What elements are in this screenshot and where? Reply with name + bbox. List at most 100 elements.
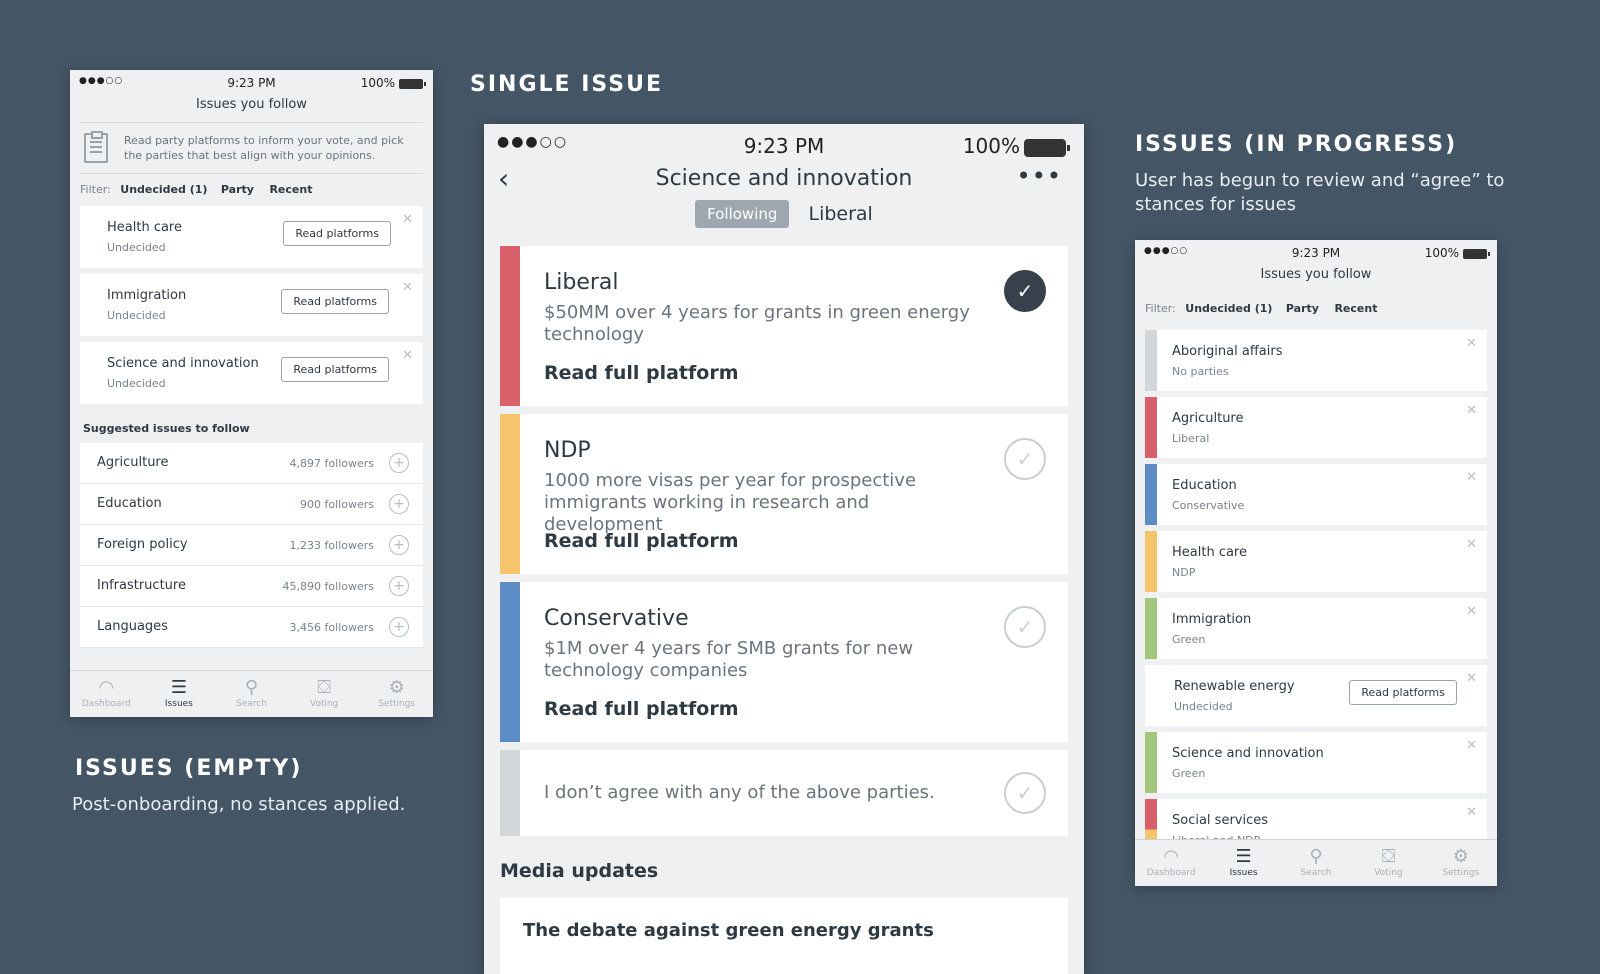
list-item[interactable]: Infrastructure 45,890 followers + xyxy=(80,566,423,607)
issue-card[interactable]: Aboriginal affairs No parties ✕ xyxy=(1145,330,1487,391)
status-battery: 100% xyxy=(962,134,1070,158)
filter-undecided[interactable]: Undecided (1) xyxy=(1185,302,1272,315)
tab-issues[interactable]: ☰ Issues xyxy=(1207,840,1279,886)
dashboard-icon: ◠ xyxy=(98,677,115,698)
tab-label: Settings xyxy=(1442,868,1480,878)
plus-icon[interactable]: + xyxy=(389,494,409,514)
battery-percent: 100% xyxy=(962,134,1020,158)
filter-recent[interactable]: Recent xyxy=(1334,302,1377,315)
issue-status: Undecided xyxy=(107,309,166,322)
read-full-platform-link[interactable]: Read full platform xyxy=(544,530,739,552)
filter-party[interactable]: Party xyxy=(1286,302,1319,315)
issue-card[interactable]: Agriculture Liberal ✕ xyxy=(1145,397,1487,458)
close-icon[interactable]: ✕ xyxy=(1466,738,1477,753)
list-item[interactable]: Languages 3,456 followers + xyxy=(80,607,423,648)
issue-card[interactable]: Renewable energy Undecided Read platform… xyxy=(1145,665,1487,726)
check-icon[interactable]: ✓ xyxy=(1004,270,1046,312)
page-title: Science and innovation xyxy=(655,166,913,191)
close-icon[interactable]: ✕ xyxy=(1466,403,1477,418)
read-platforms-button[interactable]: Read platforms xyxy=(283,221,391,246)
following-badge[interactable]: Following xyxy=(695,200,790,228)
plus-icon[interactable]: + xyxy=(389,453,409,473)
close-icon[interactable]: ✕ xyxy=(1466,604,1477,619)
platform-card[interactable]: Conservative $1M over 4 years for SMB gr… xyxy=(500,582,1068,742)
issue-card[interactable]: Health care Undecided Read platforms ✕ xyxy=(80,206,423,268)
tab-voting[interactable]: ⛋ Voting xyxy=(288,671,361,717)
close-icon[interactable]: ✕ xyxy=(1466,805,1477,820)
issue-card[interactable]: Health care NDP ✕ xyxy=(1145,531,1487,592)
search-icon: ⚲ xyxy=(244,677,259,698)
issue-card[interactable]: Immigration Undecided Read platforms ✕ xyxy=(80,274,423,336)
issue-status: No parties xyxy=(1172,365,1229,378)
issue-status: Undecided xyxy=(107,377,166,390)
battery-percent: 100% xyxy=(1424,246,1459,260)
follower-count: 900 followers xyxy=(300,498,374,511)
check-icon[interactable]: ✓ xyxy=(1004,772,1046,814)
read-full-platform-link[interactable]: Read full platform xyxy=(544,362,739,384)
issue-card[interactable]: Immigration Green ✕ xyxy=(1145,598,1487,659)
issue-name: Immigration xyxy=(107,288,187,303)
close-icon[interactable]: ✕ xyxy=(402,348,413,363)
filter-party[interactable]: Party xyxy=(221,183,254,196)
suggested-name: Education xyxy=(97,496,162,511)
check-icon[interactable]: ✓ xyxy=(1004,606,1046,648)
caption-progress-sub-2: stances for issues xyxy=(1135,194,1297,215)
platform-card[interactable]: Liberal $50MM over 4 years for grants in… xyxy=(500,246,1068,406)
tab-search[interactable]: ⚲ Search xyxy=(1280,840,1352,886)
caption-progress-title: ISSUES (IN PROGRESS) xyxy=(1135,132,1458,157)
close-icon[interactable]: ✕ xyxy=(1466,671,1477,686)
plus-icon[interactable]: + xyxy=(389,617,409,637)
battery-percent: 100% xyxy=(360,76,395,90)
phone-issues-empty: ●●●○○ 9:23 PM 100% Issues you follow Rea… xyxy=(70,70,433,717)
tab-issues[interactable]: ☰ Issues xyxy=(143,671,216,717)
list-item[interactable]: Education 900 followers + xyxy=(80,484,423,525)
list-item[interactable]: Agriculture 4,897 followers + xyxy=(80,443,423,484)
platform-card[interactable]: NDP 1000 more visas per year for prospec… xyxy=(500,414,1068,574)
follow-row: Following Liberal xyxy=(484,200,1084,242)
tab-search[interactable]: ⚲ Search xyxy=(215,671,288,717)
more-icon[interactable]: ••• xyxy=(1017,162,1062,190)
close-icon[interactable]: ✕ xyxy=(1466,537,1477,552)
list-icon: ☰ xyxy=(170,677,187,698)
platform-summary: 1000 more visas per year for prospective… xyxy=(544,470,917,535)
read-platforms-button[interactable]: Read platforms xyxy=(281,289,389,314)
suggested-name: Languages xyxy=(97,619,168,634)
issue-name: Renewable energy xyxy=(1174,679,1295,694)
read-platforms-button[interactable]: Read platforms xyxy=(1349,680,1457,705)
read-platforms-button[interactable]: Read platforms xyxy=(281,357,389,382)
tab-voting[interactable]: ⛋ Voting xyxy=(1352,840,1424,886)
plus-icon[interactable]: + xyxy=(389,535,409,555)
party-color-bar xyxy=(1145,397,1157,458)
page-title: Issues you follow xyxy=(1260,267,1372,282)
tab-settings[interactable]: ⚙ Settings xyxy=(1425,840,1497,886)
tab-dashboard[interactable]: ◠ Dashboard xyxy=(1135,840,1207,886)
filter-undecided[interactable]: Undecided (1) xyxy=(120,183,207,196)
check-icon[interactable]: ✓ xyxy=(1004,438,1046,480)
follower-count: 4,897 followers xyxy=(289,457,374,470)
filter-recent[interactable]: Recent xyxy=(269,183,312,196)
issue-card[interactable]: Science and innovation Green ✕ xyxy=(1145,732,1487,793)
close-icon[interactable]: ✕ xyxy=(402,280,413,295)
none-option-card[interactable]: I don’t agree with any of the above part… xyxy=(500,750,1068,836)
tab-label: Dashboard xyxy=(81,699,131,709)
list-icon: ☰ xyxy=(1235,846,1252,867)
caption-progress-sub-1: User has begun to review and “agree” to xyxy=(1135,170,1505,191)
close-icon[interactable]: ✕ xyxy=(402,212,413,227)
list-item[interactable]: Foreign policy 1,233 followers + xyxy=(80,525,423,566)
close-icon[interactable]: ✕ xyxy=(1466,470,1477,485)
issue-card[interactable]: Science and innovation Undecided Read pl… xyxy=(80,342,423,404)
tab-settings[interactable]: ⚙ Settings xyxy=(360,671,433,717)
plus-icon[interactable]: + xyxy=(389,576,409,596)
issue-name: Agriculture xyxy=(1172,411,1244,426)
tab-dashboard[interactable]: ◠ Dashboard xyxy=(70,671,143,717)
issue-card[interactable]: Education Conservative ✕ xyxy=(1145,464,1487,525)
close-icon[interactable]: ✕ xyxy=(1466,336,1477,351)
tab-label: Settings xyxy=(378,699,416,709)
read-full-platform-link[interactable]: Read full platform xyxy=(544,698,739,720)
media-card[interactable]: The debate against green energy grants xyxy=(500,898,1068,974)
platform-summary: $50MM over 4 years for grants in green e… xyxy=(544,302,970,345)
party-color-bar xyxy=(500,582,520,742)
suggested-list: Agriculture 4,897 followers + Education 900… xyxy=(80,443,423,648)
search-icon: ⚲ xyxy=(1309,846,1323,867)
media-headline: The debate against green energy grants xyxy=(523,920,934,941)
